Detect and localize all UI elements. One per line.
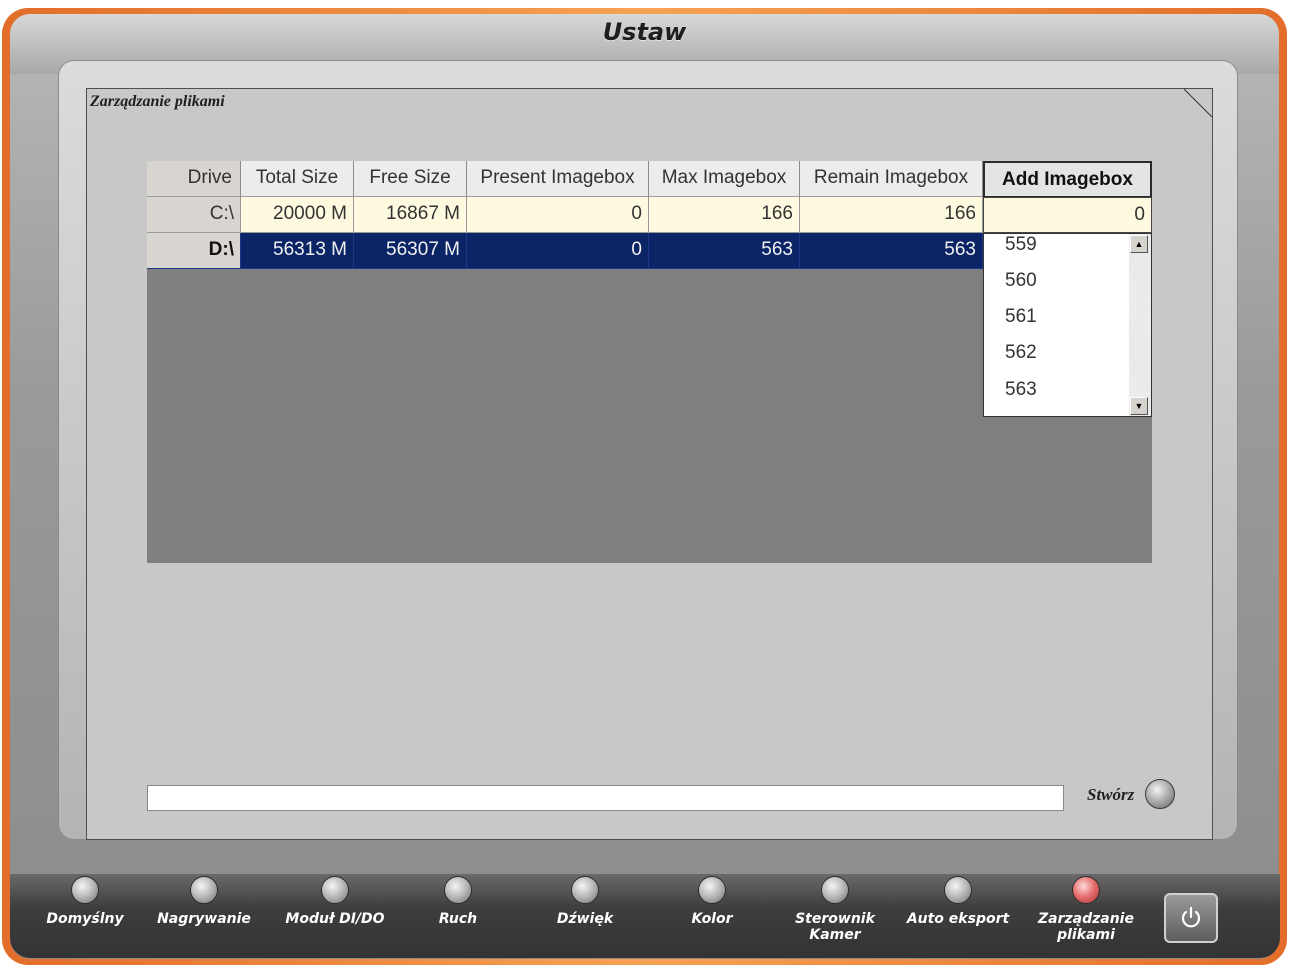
scroll-up-icon[interactable]: ▲ xyxy=(1130,235,1148,253)
header-drive[interactable]: Drive xyxy=(147,161,241,197)
drive-table: Drive Total Size Free Size Present Image… xyxy=(147,161,1152,563)
nav-motion[interactable]: Ruch xyxy=(398,876,518,927)
dropdown-option[interactable]: 562 xyxy=(1005,342,1037,364)
header-add-imagebox[interactable]: Add Imagebox xyxy=(983,161,1152,197)
panel-corner-icon xyxy=(1184,89,1212,117)
header-present-imagebox[interactable]: Present Imagebox xyxy=(467,161,649,197)
cell-max-imagebox: 166 xyxy=(649,197,800,233)
cell-drive[interactable]: C:\ xyxy=(147,197,241,233)
dropdown-option[interactable]: 563 xyxy=(1005,379,1037,401)
cell-max-imagebox: 563 xyxy=(649,233,800,269)
header-total-size[interactable]: Total Size xyxy=(241,161,354,197)
dropdown-option[interactable]: 559 xyxy=(1005,234,1037,256)
dropdown-scrollbar[interactable]: ▲ ▼ xyxy=(1129,234,1151,416)
nav-label: Kolor xyxy=(691,911,733,927)
file-name-input[interactable] xyxy=(147,785,1064,811)
header-remain-imagebox[interactable]: Remain Imagebox xyxy=(800,161,983,197)
cell-drive[interactable]: D:\ xyxy=(147,233,241,269)
table-header-row: Drive Total Size Free Size Present Image… xyxy=(147,161,1152,197)
nav-camera-control[interactable]: Sterownik Kamer xyxy=(775,876,895,943)
cell-remain-imagebox: 563 xyxy=(800,233,983,269)
window-title: Ustaw xyxy=(602,18,687,46)
nav-dido-module[interactable]: Moduł DI/DO xyxy=(275,876,395,927)
nav-label: Dźwięk xyxy=(556,911,614,927)
cell-free-size: 16867 M xyxy=(354,197,467,233)
dropdown-option[interactable]: 561 xyxy=(1005,306,1037,328)
header-max-imagebox[interactable]: Max Imagebox xyxy=(649,161,800,197)
nav-sound[interactable]: Dźwięk xyxy=(525,876,645,927)
nav-button-active-icon[interactable] xyxy=(1072,876,1100,904)
nav-auto-export[interactable]: Auto eksport xyxy=(898,876,1018,927)
cell-present-imagebox: 0 xyxy=(467,197,649,233)
create-button[interactable] xyxy=(1145,779,1175,809)
scroll-down-icon[interactable]: ▼ xyxy=(1130,397,1148,415)
cell-remain-imagebox: 166 xyxy=(800,197,983,233)
nav-label: Nagrywanie xyxy=(157,911,251,927)
nav-button-icon[interactable] xyxy=(71,876,99,904)
nav-button-icon[interactable] xyxy=(944,876,972,904)
cell-present-imagebox: 0 xyxy=(467,233,649,269)
nav-button-icon[interactable] xyxy=(321,876,349,904)
nav-button-icon[interactable] xyxy=(698,876,726,904)
cell-total-size: 20000 M xyxy=(241,197,354,233)
nav-button-icon[interactable] xyxy=(821,876,849,904)
power-button[interactable] xyxy=(1164,893,1218,943)
table-row[interactable]: C:\ 20000 M 16867 M 0 166 166 0 xyxy=(147,197,1152,233)
file-management-panel: Zarządzanie plikami Drive Total Size Fre… xyxy=(86,88,1213,840)
panel-title: Zarządzanie plikami xyxy=(90,93,225,110)
dropdown-option[interactable]: 560 xyxy=(1005,270,1037,292)
nav-button-icon[interactable] xyxy=(444,876,472,904)
nav-label: Sterownik Kamer xyxy=(795,911,875,943)
nav-label: Domyślny xyxy=(46,911,124,927)
add-imagebox-dropdown[interactable]: 559 560 561 562 563 ▲ ▼ xyxy=(983,233,1152,417)
nav-label: Moduł DI/DO xyxy=(285,911,385,927)
cell-add-imagebox[interactable]: 0 xyxy=(983,197,1152,233)
nav-label: Zarządzanie plikami xyxy=(1038,911,1134,943)
nav-file-management[interactable]: Zarządzanie plikami xyxy=(1026,876,1146,943)
create-label: Stwórz xyxy=(1087,785,1135,804)
nav-default[interactable]: Domyślny xyxy=(25,876,145,927)
nav-recording[interactable]: Nagrywanie xyxy=(144,876,264,927)
cell-total-size: 56313 M xyxy=(241,233,354,269)
nav-button-icon[interactable] xyxy=(190,876,218,904)
nav-label: Ruch xyxy=(438,911,478,927)
cell-free-size: 56307 M xyxy=(354,233,467,269)
nav-button-icon[interactable] xyxy=(571,876,599,904)
header-free-size[interactable]: Free Size xyxy=(354,161,467,197)
power-icon xyxy=(1181,906,1201,928)
nav-label: Auto eksport xyxy=(906,911,1010,927)
nav-color[interactable]: Kolor xyxy=(652,876,772,927)
